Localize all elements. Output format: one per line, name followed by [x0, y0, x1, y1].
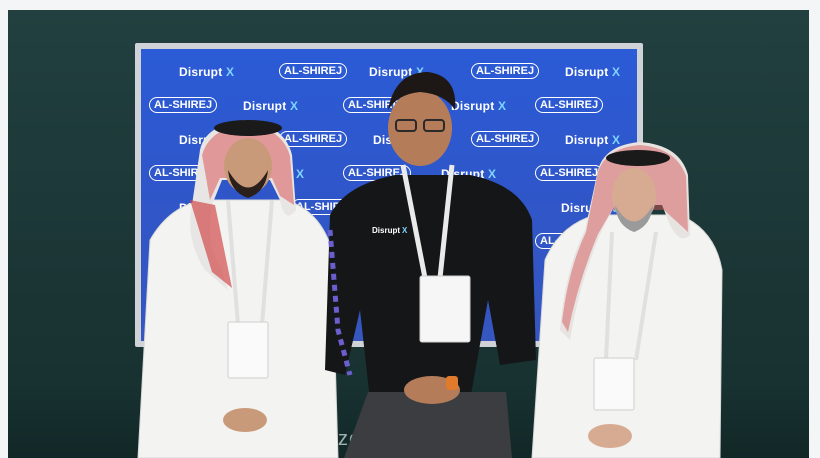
left-person	[137, 120, 339, 458]
shirt-brand: Disrupt X	[372, 226, 408, 235]
people-group: Disrupt X	[137, 72, 723, 458]
right-person	[531, 142, 723, 458]
middle-person	[325, 72, 536, 458]
